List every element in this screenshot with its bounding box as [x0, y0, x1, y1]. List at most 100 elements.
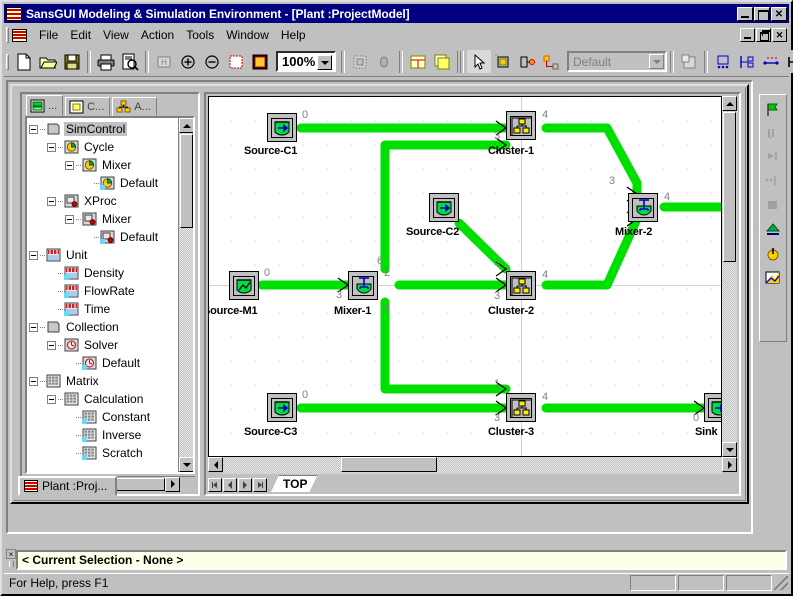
tree-item[interactable]: FlowRate: [29, 282, 177, 300]
align-button[interactable]: [711, 50, 735, 73]
canvas-hscroll-thumb[interactable]: [341, 457, 437, 472]
tab-model-tree[interactable]: ...: [26, 95, 64, 116]
window-maximize-button[interactable]: [754, 6, 770, 21]
tree-collapse-icon[interactable]: [47, 142, 56, 152]
menu-item-window[interactable]: Window: [220, 26, 275, 44]
zoom-in-button[interactable]: [176, 50, 200, 73]
power-button[interactable]: [761, 242, 785, 266]
tree-item[interactable]: SimControl: [29, 120, 177, 138]
print-button[interactable]: [94, 50, 118, 73]
cascade-button[interactable]: [430, 50, 454, 73]
tree-collapse-icon[interactable]: [47, 394, 56, 404]
selection-close-button[interactable]: ×: [6, 549, 16, 559]
stop-button[interactable]: [761, 194, 785, 218]
diagram-node-sink[interactable]: [704, 393, 721, 422]
scroll-down-button[interactable]: [179, 457, 193, 472]
tree-collapse-icon[interactable]: [29, 250, 38, 260]
zoom-selection-button[interactable]: [224, 50, 248, 73]
diagram-node-source-c2[interactable]: [429, 193, 459, 222]
menu-item-action[interactable]: Action: [135, 26, 180, 44]
eject-button[interactable]: [761, 218, 785, 242]
open-button[interactable]: [36, 50, 60, 73]
mdi-restore-button[interactable]: [756, 28, 771, 42]
fast-forward-button[interactable]: [761, 170, 785, 194]
properties-button[interactable]: [677, 50, 701, 73]
tree-collapse-icon[interactable]: [29, 376, 38, 386]
tile-button[interactable]: [406, 50, 430, 73]
tree-collapse-icon[interactable]: [65, 160, 74, 170]
document-tab-plant[interactable]: Plant :Proj...: [18, 476, 118, 496]
mdi-close-button[interactable]: ✕: [772, 28, 787, 42]
menu-item-tools[interactable]: Tools: [180, 26, 220, 44]
canvas-vscroll-thumb[interactable]: [723, 112, 736, 262]
diagram-node-source-c1[interactable]: [267, 113, 297, 142]
step-button[interactable]: [761, 146, 785, 170]
tree-collapse-icon[interactable]: [47, 196, 56, 206]
snap-button[interactable]: [372, 50, 396, 73]
diagram-node-source-m1[interactable]: [229, 271, 259, 300]
tree-item[interactable]: Scratch: [29, 444, 177, 462]
tab-class-tree[interactable]: C...: [65, 97, 111, 116]
chevron-down-icon[interactable]: [317, 55, 332, 70]
tree-vertical-scrollbar[interactable]: [178, 118, 193, 472]
diagram-node-source-c3[interactable]: [267, 393, 297, 422]
canvas-scroll-right-button[interactable]: [722, 457, 737, 472]
tree-item[interactable]: Default: [29, 228, 177, 246]
menu-item-edit[interactable]: Edit: [64, 26, 97, 44]
selection-bar-grip[interactable]: ×: [6, 549, 16, 571]
tree-collapse-icon[interactable]: [65, 214, 74, 224]
zoom-page-button[interactable]: [248, 50, 272, 73]
pipe-segment[interactable]: [541, 123, 642, 199]
canvas-scroll-left-button[interactable]: [208, 457, 223, 472]
tree-item[interactable]: Calculation: [29, 390, 177, 408]
tree-item[interactable]: Collection: [29, 318, 177, 336]
grid-button[interactable]: [348, 50, 372, 73]
save-button[interactable]: [60, 50, 84, 73]
fit-window-button[interactable]: H: [152, 50, 176, 73]
zoom-combo[interactable]: 100%: [276, 51, 336, 72]
place-link-button[interactable]: [539, 50, 563, 73]
tree-item[interactable]: Mixer: [29, 156, 177, 174]
tree-item[interactable]: Unit: [29, 246, 177, 264]
tree-item[interactable]: Constant: [29, 408, 177, 426]
tree-collapse-icon[interactable]: [47, 340, 56, 350]
tree-item[interactable]: Inverse: [29, 426, 177, 444]
print-preview-button[interactable]: [118, 50, 142, 73]
tree-view[interactable]: SimControl Cycle Mixer Default XProc Mixer Def…: [25, 116, 195, 474]
chevron-down-icon[interactable]: [649, 54, 664, 69]
menu-item-view[interactable]: View: [97, 26, 135, 44]
tree-scroll-thumb[interactable]: [180, 134, 193, 228]
diagram-node-mixer-1[interactable]: [348, 271, 378, 300]
window-minimize-button[interactable]: [737, 6, 753, 21]
diagram-node-cluster-2[interactable]: [506, 271, 536, 300]
connect-button[interactable]: [759, 50, 783, 73]
current-selection-field[interactable]: < Current Selection - None >: [16, 550, 787, 570]
window-resize-grip[interactable]: [774, 576, 788, 590]
canvas-scroll-up-button[interactable]: [722, 96, 737, 111]
tab-assembly-tree[interactable]: A...: [112, 97, 157, 116]
tree-item[interactable]: Cycle: [29, 138, 177, 156]
canvas-horizontal-scrollbar[interactable]: [208, 457, 737, 474]
object-type-combo[interactable]: Default: [567, 51, 667, 72]
tree-item[interactable]: Mixer: [29, 210, 177, 228]
tree-item[interactable]: Default: [29, 174, 177, 192]
distribute-button[interactable]: [735, 50, 759, 73]
run-button[interactable]: [761, 98, 785, 122]
route-button[interactable]: [783, 50, 793, 73]
menu-item-help[interactable]: Help: [275, 26, 312, 44]
menu-grip[interactable]: [6, 27, 9, 43]
tree-item[interactable]: Default: [29, 354, 177, 372]
tree-item[interactable]: Solver: [29, 336, 177, 354]
window-close-button[interactable]: ✕: [771, 6, 787, 21]
scroll-up-button[interactable]: [179, 118, 193, 133]
new-button[interactable]: [12, 50, 36, 73]
canvas-vertical-scrollbar[interactable]: [722, 96, 737, 457]
toolbar-grip[interactable]: [6, 53, 9, 70]
diagram-node-cluster-3[interactable]: [506, 393, 536, 422]
zoom-out-button[interactable]: [200, 50, 224, 73]
pause-button[interactable]: [761, 122, 785, 146]
diagram-node-mixer-2[interactable]: [628, 193, 658, 222]
mdi-minimize-button[interactable]: [740, 28, 755, 42]
place-port-button[interactable]: [515, 50, 539, 73]
place-object-button[interactable]: [491, 50, 515, 73]
